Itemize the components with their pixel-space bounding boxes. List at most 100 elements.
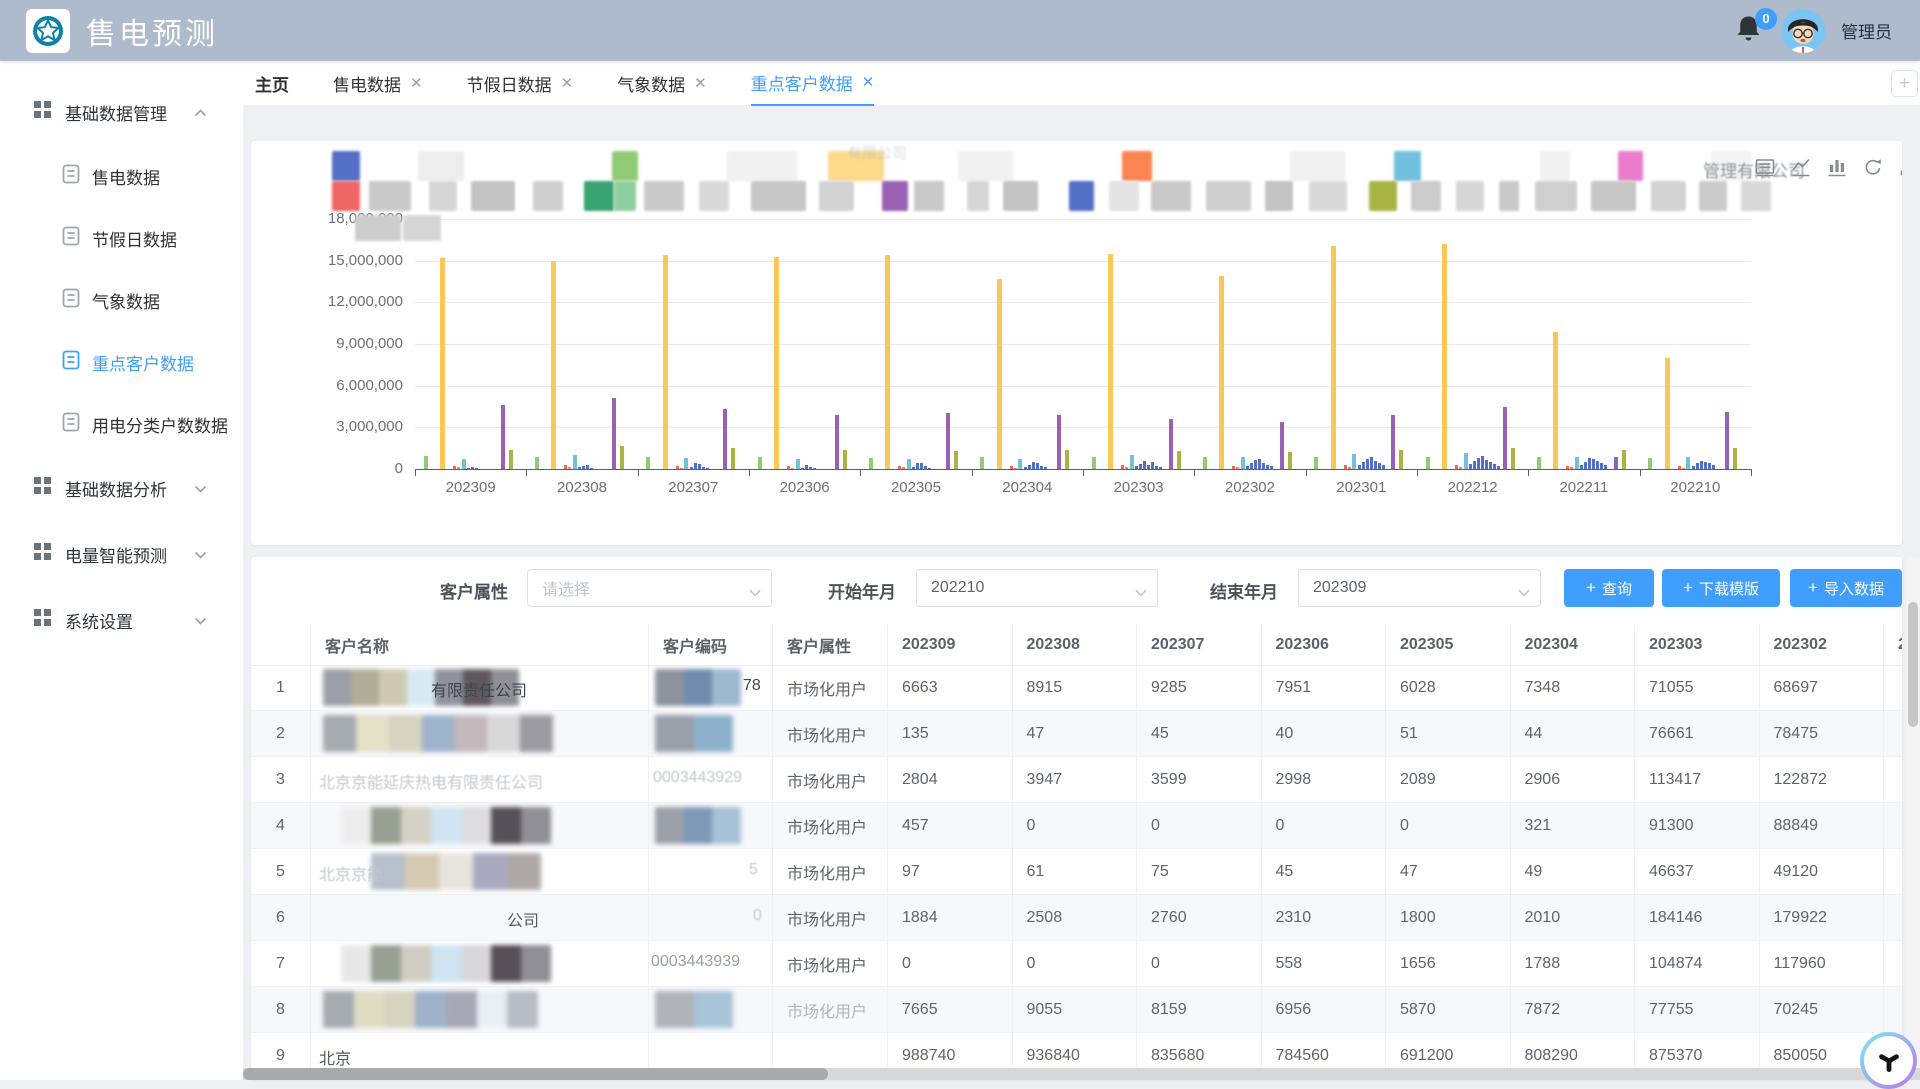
gridline xyxy=(415,219,1751,220)
value-cell-202307: 2760 xyxy=(1137,895,1262,940)
row-index: 7 xyxy=(251,941,311,986)
data-view-icon[interactable] xyxy=(1753,155,1777,179)
column-header-202305: 202305 xyxy=(1386,625,1511,665)
sidebar-group-系统设置[interactable]: 系统设置 xyxy=(0,587,243,653)
series-red-bar xyxy=(1121,465,1124,469)
value-cell-202304: 44 xyxy=(1511,711,1636,756)
y-axis-tick-label: 6,000,000 xyxy=(251,377,403,394)
horizontal-scrollbar-thumb[interactable] xyxy=(243,1068,828,1080)
app-header: 售电预测 0 管理员 xyxy=(0,0,1920,61)
sidebar-item-售电数据[interactable]: 售电数据 xyxy=(0,145,243,207)
series-red-bar xyxy=(1566,466,1569,469)
value-cell-202306: 45 xyxy=(1262,849,1387,894)
customer-attr-placeholder: 请选择 xyxy=(542,576,590,600)
series-green-bar xyxy=(1648,458,1652,469)
end-month-select[interactable]: 202309 xyxy=(1298,569,1541,607)
chevron-down-icon xyxy=(1518,584,1530,602)
legend-censored-block xyxy=(332,151,360,181)
series-orange-bar xyxy=(1459,467,1462,469)
series-green-bar xyxy=(424,456,428,469)
x-axis-tick xyxy=(972,470,973,476)
notification-bell-button[interactable]: 0 xyxy=(1735,14,1765,48)
document-icon xyxy=(62,350,80,375)
series-small-blue-bar xyxy=(1262,463,1265,469)
sidebar-group-基础数据分析[interactable]: 基础数据分析 xyxy=(0,455,243,521)
customer-code-cell: 5 xyxy=(649,849,773,894)
x-axis-tick xyxy=(1640,470,1641,476)
legend-censored-block xyxy=(355,215,401,241)
grid-icon xyxy=(34,543,51,565)
series-olive-bar xyxy=(1288,452,1292,469)
chevron-down-icon xyxy=(194,478,207,498)
sidebar-item-节假日数据[interactable]: 节假日数据 xyxy=(0,207,243,269)
gridline xyxy=(415,302,1751,303)
legend-censored-block xyxy=(1309,181,1347,211)
y-axis-tick-label: 0 xyxy=(251,460,403,477)
y-axis-tick-label: 15,000,000 xyxy=(251,252,403,269)
series-olive-bar xyxy=(1177,451,1181,469)
floating-assistant-button[interactable] xyxy=(1860,1032,1917,1089)
sidebar-item-用电分类户数数据[interactable]: 用电分类户数数据 xyxy=(0,393,243,455)
refresh-icon[interactable] xyxy=(1861,155,1885,179)
value-cell-202306: 6956 xyxy=(1262,987,1387,1032)
sidebar-item-气象数据[interactable]: 气象数据 xyxy=(0,269,243,331)
app-logo xyxy=(26,9,70,53)
series-small-blue-bar xyxy=(702,467,705,469)
value-cell-202302: 70245 xyxy=(1760,987,1885,1032)
tab-bar: 主页售电数据✕节假日数据✕气象数据✕重点客户数据✕+ xyxy=(243,61,1920,106)
series-purple-bar xyxy=(835,415,839,469)
value-cell-202308: 9055 xyxy=(1013,987,1138,1032)
series-small-blue-bar xyxy=(916,463,919,469)
sidebar-group-电量智能预测[interactable]: 电量智能预测 xyxy=(0,521,243,587)
series-small-blue-bar xyxy=(805,465,808,469)
legend-censored-block xyxy=(751,181,806,211)
legend-censored-block xyxy=(727,151,797,181)
start-month-select[interactable]: 202210 xyxy=(916,569,1158,607)
tab-label: 节假日数据 xyxy=(467,71,552,96)
series-olive-bar xyxy=(620,446,624,469)
value-cell-202309: 97 xyxy=(888,849,1013,894)
series-skyblue-bar xyxy=(1130,455,1134,469)
close-icon[interactable]: ✕ xyxy=(694,76,707,91)
series-purple-bar xyxy=(1503,407,1507,469)
x-axis-category-label: 202306 xyxy=(755,479,855,496)
series-small-blue-bar xyxy=(1382,465,1385,469)
column-header-202302: 202302 xyxy=(1760,625,1885,665)
series-small-blue-bar xyxy=(928,468,931,470)
x-axis-tick xyxy=(1306,470,1307,476)
value-cell-202303: 71055 xyxy=(1635,665,1760,710)
customer-code-cell xyxy=(649,711,773,756)
avatar[interactable] xyxy=(1781,9,1825,53)
tab-节假日数据[interactable]: 节假日数据 ✕ xyxy=(467,62,574,105)
grid-icon xyxy=(34,477,51,499)
line-chart-icon[interactable] xyxy=(1789,155,1813,179)
series-purple-bar xyxy=(1725,412,1729,469)
close-icon[interactable]: ✕ xyxy=(561,76,574,91)
vertical-scrollbar-thumb[interactable] xyxy=(1908,602,1918,727)
visible-text-fragment: 0003443929 xyxy=(653,769,742,787)
value-cell-202304: 7872 xyxy=(1511,987,1636,1032)
series-small-blue-bar xyxy=(1374,461,1377,469)
tab-售电数据[interactable]: 售电数据✕ xyxy=(333,62,423,105)
tab-重点客户数据[interactable]: 重点客户数据 ✕ xyxy=(751,61,875,106)
value-cell-202309: 7665 xyxy=(888,987,1013,1032)
sidebar-group-基础数据管理[interactable]: 基础数据管理 xyxy=(0,79,243,145)
tab-label: 重点客户数据 xyxy=(751,70,853,95)
value-cell-202305: 1656 xyxy=(1386,941,1511,986)
value-cell-202309: 1884 xyxy=(888,895,1013,940)
bar-chart-icon[interactable] xyxy=(1825,155,1849,179)
sidebar-item-重点客户数据[interactable]: 重点客户数据 xyxy=(0,331,243,393)
close-icon[interactable]: ✕ xyxy=(862,75,875,90)
tab-气象数据[interactable]: 气象数据✕ xyxy=(617,62,707,105)
add-tab-button[interactable]: + xyxy=(1891,70,1918,97)
query-button[interactable]: + 查询 xyxy=(1564,569,1654,607)
tab-主页[interactable]: 主页 xyxy=(255,62,289,105)
download-template-button[interactable]: + 下载模版 xyxy=(1662,569,1780,607)
customer-attr-cell: 市场化用户 xyxy=(773,665,888,710)
import-data-button[interactable]: + 导入数据 xyxy=(1790,569,1902,607)
download-icon[interactable] xyxy=(1897,155,1902,179)
customer-attr-select[interactable]: 请选择 xyxy=(527,569,772,607)
series-small-blue-bar xyxy=(1588,458,1591,469)
close-icon[interactable]: ✕ xyxy=(410,76,423,91)
table-row: 3北京京能延庆热电有限责任公司0003443929市场化用户2804394735… xyxy=(251,757,1902,803)
